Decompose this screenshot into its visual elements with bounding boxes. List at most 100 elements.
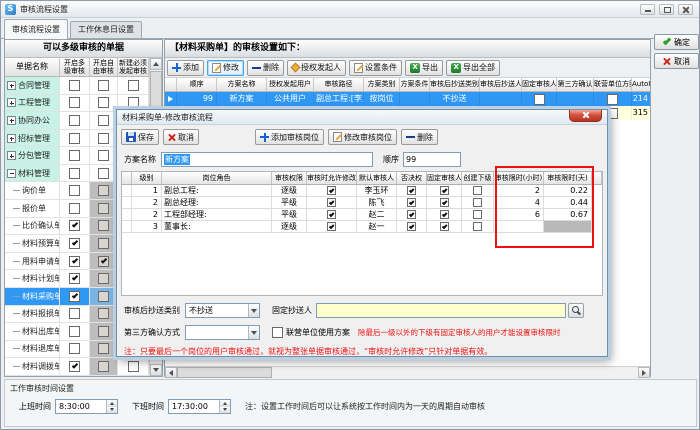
dialog-cancel-button[interactable]: 取消 [163,129,199,145]
grid-checkbox[interactable] [473,210,482,219]
delete-position-button[interactable]: 删除 [401,129,438,145]
position-row[interactable]: 2工程部经理:平级赵二60.67 [122,209,602,221]
expand-icon[interactable] [7,151,16,160]
scrollbar-thumb[interactable] [177,367,272,378]
multi-audit-checkbox[interactable] [69,203,80,214]
start-time-field[interactable]: 8:30:00 [55,399,118,414]
position-row[interactable]: 1副总工程:逐级李玉环20.22 [122,185,602,197]
scroll-left-button[interactable] [165,367,177,378]
grid-checkbox[interactable] [327,222,336,231]
grid-checkbox[interactable] [534,94,545,105]
free-audit-checkbox[interactable] [98,80,109,91]
dialog-close-button[interactable] [569,110,602,122]
tab-rest-day-settings[interactable]: 工作休息日设置 [70,21,142,38]
joint-unit-checkbox[interactable] [272,327,283,338]
spinner-down-button[interactable] [107,407,117,414]
free-audit-checkbox[interactable] [98,115,109,126]
plan-name-field[interactable]: 新方案 [161,152,373,167]
grid-checkbox[interactable] [327,210,336,219]
free-audit-checkbox[interactable] [98,238,109,249]
grid-checkbox[interactable] [327,198,336,207]
dropdown-button[interactable] [248,304,259,317]
grid-checkbox[interactable] [327,186,336,195]
expand-icon[interactable] [7,134,16,143]
free-audit-checkbox[interactable] [98,326,109,337]
export-all-button[interactable]: 导出全部 [446,60,500,76]
free-audit-checkbox[interactable] [98,256,109,267]
free-audit-checkbox[interactable] [98,97,109,108]
multi-audit-checkbox[interactable] [69,326,80,337]
multi-audit-checkbox[interactable] [69,256,80,267]
free-audit-checkbox[interactable] [98,291,109,302]
tree-row[interactable]: 合同管理 [5,77,149,95]
add-position-button[interactable]: 添加审核岗位 [255,129,324,145]
free-audit-checkbox[interactable] [98,133,109,144]
must-initiate-checkbox[interactable] [128,80,139,91]
free-audit-checkbox[interactable] [98,203,109,214]
close-button[interactable] [678,4,693,15]
scroll-up-button[interactable] [150,58,162,70]
multi-audit-checkbox[interactable] [69,115,80,126]
grid-checkbox[interactable] [407,210,416,219]
tree-row[interactable]: 材料调拨单 [5,358,149,376]
scroll-right-button[interactable] [638,367,650,378]
expand-icon[interactable] [7,81,16,90]
maximize-button[interactable] [659,4,674,15]
multi-audit-checkbox[interactable] [69,185,80,196]
tab-audit-flow-settings[interactable]: 审核流程设置 [4,19,68,39]
free-audit-checkbox[interactable] [98,168,109,179]
grid-checkbox[interactable] [473,198,482,207]
free-audit-checkbox[interactable] [98,150,109,161]
scroll-down-button[interactable] [150,364,162,376]
expand-icon[interactable] [7,98,16,107]
grid-checkbox[interactable] [473,222,482,231]
delete-button[interactable]: 删除 [247,60,284,76]
multi-audit-checkbox[interactable] [69,308,80,319]
authorize-initiator-button[interactable]: 授权发起人 [287,60,346,76]
minimize-button[interactable] [640,4,655,15]
end-time-spinner[interactable] [219,400,230,413]
grid-checkbox[interactable] [473,186,482,195]
free-audit-checkbox[interactable] [98,273,109,284]
export-button[interactable]: 导出 [405,60,443,76]
start-time-spinner[interactable] [106,400,117,413]
position-row[interactable]: 3董事长:逐级赵一 [122,221,602,233]
grid-checkbox[interactable] [440,222,449,231]
free-audit-checkbox[interactable] [98,220,109,231]
third-party-select[interactable] [185,325,260,340]
position-row[interactable]: 2副总经理:平级陈飞40.44 [122,197,602,209]
dropdown-button[interactable] [248,326,259,339]
multi-audit-checkbox[interactable] [69,133,80,144]
grid-checkbox[interactable] [440,198,449,207]
end-time-field[interactable]: 17:30:00 [168,399,231,414]
free-audit-checkbox[interactable] [98,185,109,196]
multi-audit-checkbox[interactable] [69,238,80,249]
grid-checkbox[interactable] [440,186,449,195]
set-condition-button[interactable]: 设置条件 [349,60,402,76]
grid-h-scrollbar[interactable] [165,366,650,378]
lookup-button[interactable] [568,303,584,318]
add-button[interactable]: 添加 [167,60,204,76]
free-audit-checkbox[interactable] [98,343,109,354]
dialog-titlebar[interactable]: 材料采购单-修改审核流程 [117,110,607,125]
save-button[interactable]: 保存 [121,129,159,145]
grid-checkbox[interactable] [607,108,618,119]
grid-checkbox[interactable] [440,210,449,219]
must-initiate-checkbox[interactable] [128,97,139,108]
multi-audit-checkbox[interactable] [69,291,80,302]
multi-audit-checkbox[interactable] [69,97,80,108]
fixed-cc-field[interactable] [316,303,566,318]
collapse-icon[interactable] [7,169,16,178]
multi-audit-checkbox[interactable] [69,361,80,372]
multi-audit-checkbox[interactable] [69,273,80,284]
free-audit-checkbox[interactable] [98,361,109,372]
multi-audit-checkbox[interactable] [69,168,80,179]
expand-icon[interactable] [7,116,16,125]
grid-checkbox[interactable] [407,222,416,231]
grid-checkbox[interactable] [607,94,618,105]
spinner-down-button[interactable] [220,407,230,414]
multi-audit-checkbox[interactable] [69,80,80,91]
plan-grid-row[interactable]: 99新方案公共用户副总工程:[李玉按岗位不抄送214 [165,92,650,106]
must-initiate-checkbox[interactable] [128,361,139,372]
modify-position-button[interactable]: 修改审核岗位 [328,129,397,145]
